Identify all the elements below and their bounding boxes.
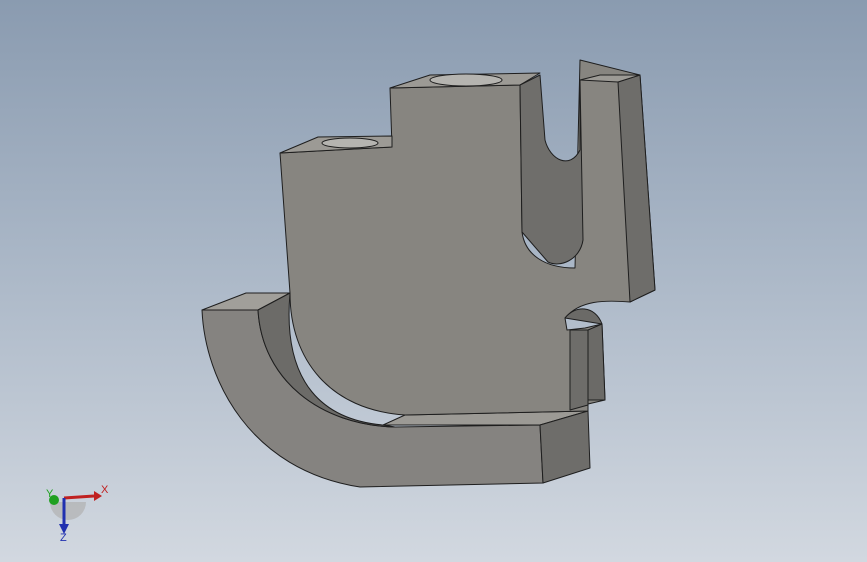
axis-triad: X Y Z (38, 480, 118, 550)
x-axis-label: X (101, 484, 109, 496)
top-hole (429, 73, 503, 87)
y-axis-label: Y (46, 488, 54, 500)
lower-block-side-face (569, 329, 589, 411)
slot-inner-face (519, 74, 584, 265)
3d-viewport[interactable]: X Y Z (0, 0, 867, 562)
part-model[interactable] (0, 0, 867, 562)
left-hole (321, 137, 379, 149)
z-axis-label: Z (60, 532, 67, 544)
